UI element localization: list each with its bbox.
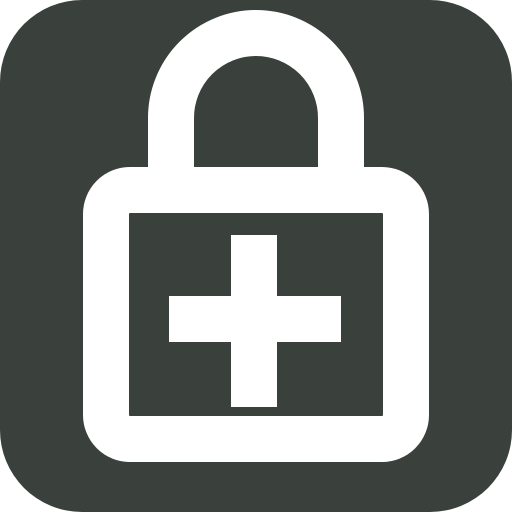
lock-plus-icon [0,0,512,512]
app-icon[interactable] [0,0,512,512]
plus-horizontal-bar [169,296,341,342]
